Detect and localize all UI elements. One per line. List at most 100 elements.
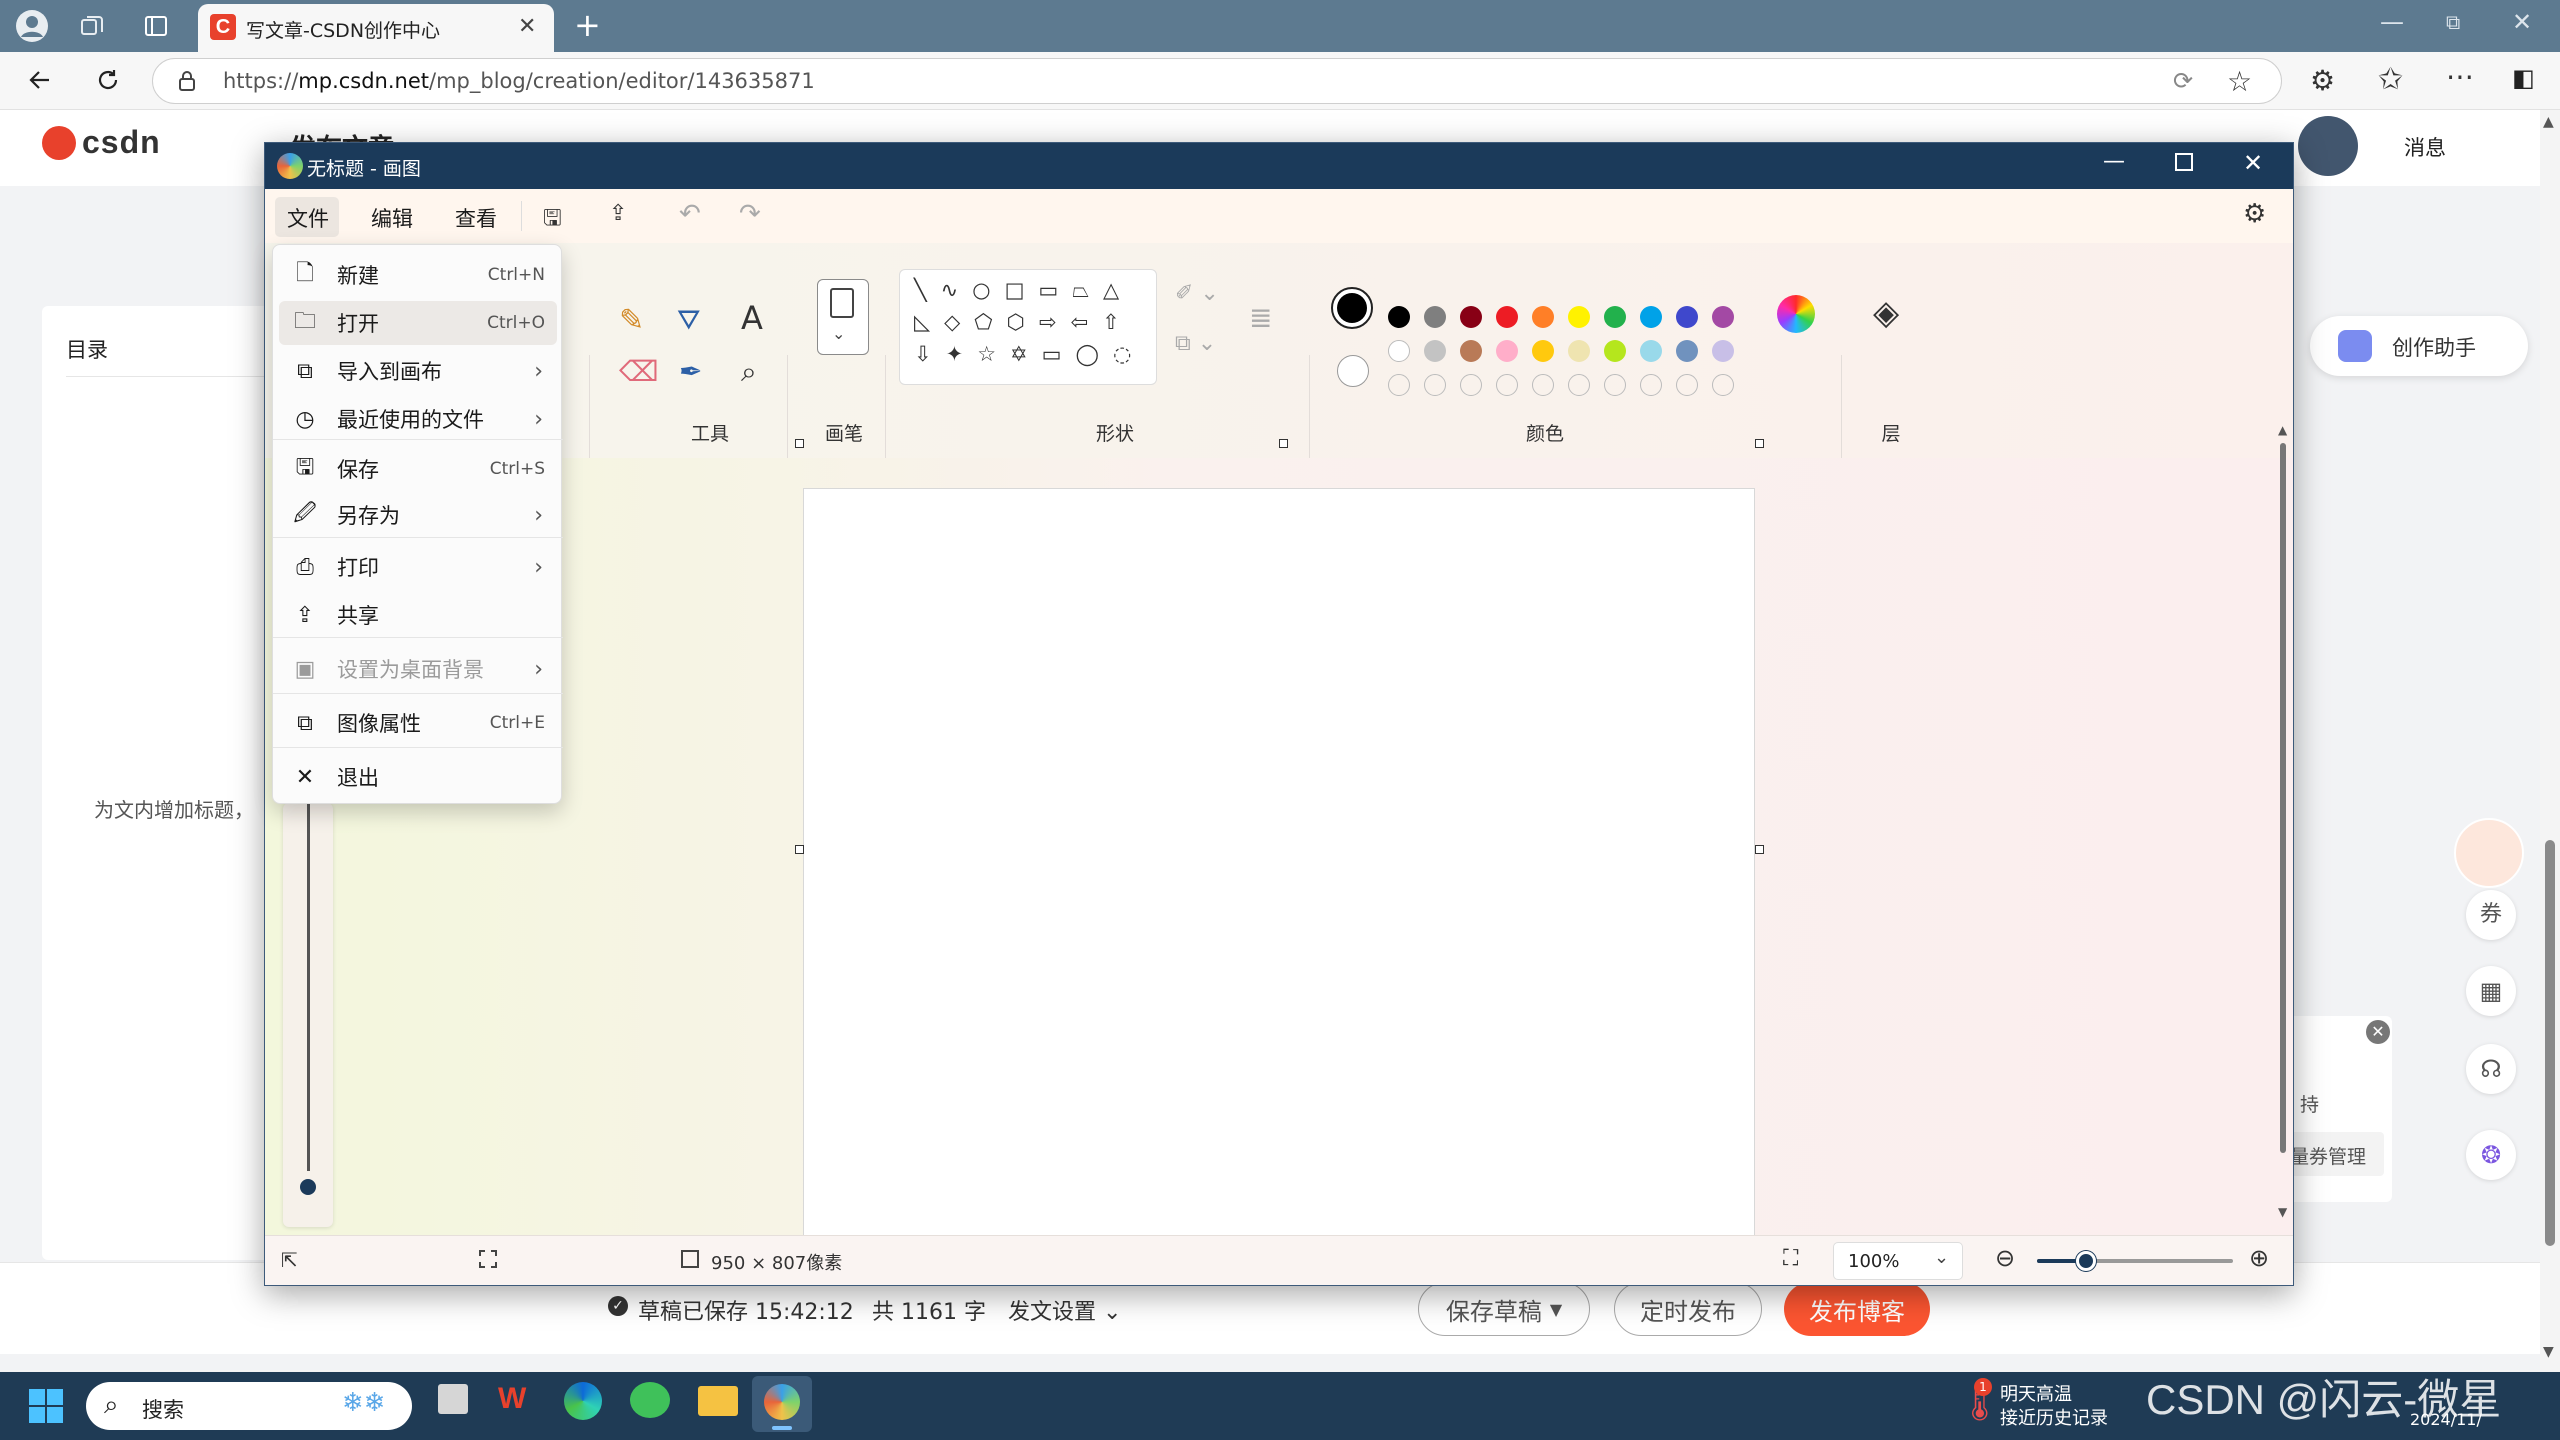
file-menu-item[interactable]: ⎙ 打印 › bbox=[279, 545, 557, 589]
custom-color-slot[interactable] bbox=[1532, 374, 1554, 396]
color-swatch[interactable] bbox=[1496, 306, 1518, 328]
resize-handle-tl[interactable] bbox=[795, 439, 804, 448]
color-swatch[interactable] bbox=[1640, 306, 1662, 328]
size-icon[interactable]: ≣ bbox=[1249, 301, 1272, 334]
task-view-icon[interactable] bbox=[438, 1384, 468, 1414]
outline-dropdown-icon[interactable]: ✐ ⌄ bbox=[1175, 281, 1219, 306]
paint-minimize-icon[interactable]: — bbox=[2103, 149, 2125, 174]
brush-button[interactable]: ⌄ bbox=[817, 279, 869, 355]
messages-link[interactable]: 消息 bbox=[2404, 132, 2446, 162]
undo-icon[interactable]: ↶ bbox=[679, 199, 701, 229]
back-icon[interactable] bbox=[22, 62, 58, 98]
color-swatch[interactable] bbox=[1568, 340, 1590, 362]
file-menu-item[interactable]: ⧉ 图像属性 Ctrl+E bbox=[279, 701, 557, 745]
custom-color-slot[interactable] bbox=[1496, 374, 1518, 396]
minimize-window-icon[interactable]: — bbox=[2380, 8, 2404, 36]
paint-taskbar-button[interactable] bbox=[752, 1376, 812, 1432]
avatar[interactable] bbox=[2298, 116, 2358, 176]
color-swatch[interactable] bbox=[1532, 306, 1554, 328]
color-swatch[interactable] bbox=[1712, 306, 1734, 328]
file-menu-item[interactable]: 🖉 另存为 › bbox=[279, 493, 557, 537]
windows-start-icon[interactable] bbox=[28, 1388, 64, 1424]
assistant-button[interactable]: 创作助手 bbox=[2310, 316, 2528, 376]
zoom-in-icon[interactable]: ⊕ bbox=[2249, 1244, 2269, 1272]
qrcode-icon[interactable]: ▦ bbox=[2466, 966, 2516, 1016]
vertical-tabs-icon[interactable] bbox=[138, 8, 174, 44]
fill-bucket-icon[interactable]: ⛛ bbox=[677, 303, 701, 337]
secondary-color-swatch[interactable] bbox=[1337, 355, 1369, 387]
file-menu-item[interactable]: ⇪ 共享 bbox=[279, 593, 557, 637]
color-swatch[interactable] bbox=[1712, 340, 1734, 362]
shapes-row-3-icon[interactable]: ⇩✦☆✡▭◯◌ bbox=[914, 342, 1145, 366]
color-swatch[interactable] bbox=[1424, 340, 1446, 362]
color-swatch[interactable] bbox=[1424, 306, 1446, 328]
popup-close-icon[interactable]: ✕ bbox=[2366, 1020, 2390, 1044]
csdn-logo-text[interactable]: CSDN bbox=[82, 124, 161, 161]
zoom-slider[interactable] bbox=[2037, 1251, 2233, 1271]
color-swatch[interactable] bbox=[1676, 340, 1698, 362]
tab-close-icon[interactable]: ✕ bbox=[518, 14, 536, 39]
layers-icon[interactable]: ◈ bbox=[1873, 293, 1899, 333]
profile-icon[interactable] bbox=[14, 8, 50, 44]
ai-brain-icon[interactable]: ❂ bbox=[2466, 1130, 2516, 1180]
custom-color-slot[interactable] bbox=[1676, 374, 1698, 396]
canvas-scroll-thumb[interactable] bbox=[2280, 443, 2286, 1153]
restore-window-icon[interactable]: ⧉ bbox=[2446, 10, 2460, 34]
magnifier-tool-icon[interactable]: ⌕ bbox=[741, 355, 757, 389]
more-menu-icon[interactable]: ⋯ bbox=[2446, 60, 2474, 93]
shapes-row-1-icon[interactable]: ╲∿○□▭⏢△ bbox=[914, 278, 1133, 303]
page-scrollbar[interactable]: ▲ ▼ bbox=[2540, 110, 2560, 1372]
resize-handle-left[interactable] bbox=[795, 845, 804, 854]
color-swatch[interactable] bbox=[1676, 306, 1698, 328]
color-swatch[interactable] bbox=[1388, 306, 1410, 328]
file-menu-item[interactable]: 🗋 新建 Ctrl+N bbox=[279, 253, 557, 297]
menu-file[interactable]: 文件 bbox=[287, 203, 329, 233]
refresh-icon[interactable] bbox=[90, 62, 126, 98]
custom-color-slot[interactable] bbox=[1712, 374, 1734, 396]
pencil-tool-icon[interactable]: ✎ bbox=[619, 303, 644, 338]
edge-browser-icon[interactable] bbox=[564, 1382, 602, 1420]
resize-handle-tr[interactable] bbox=[1755, 439, 1764, 448]
canvas-scrollbar[interactable]: ▲ ▼ bbox=[2277, 423, 2289, 1223]
fill-dropdown-icon[interactable]: ⧉ ⌄ bbox=[1175, 331, 1216, 356]
shapes-gallery[interactable]: ╲∿○□▭⏢△ ◺◇⬠⬡⇨⇦⇧ ⇩✦☆✡▭◯◌ bbox=[899, 269, 1157, 385]
new-tab-icon[interactable]: + bbox=[574, 6, 601, 44]
file-menu-item[interactable]: ✕ 退出 bbox=[279, 755, 557, 799]
color-swatch[interactable] bbox=[1460, 340, 1482, 362]
wps-icon[interactable]: W bbox=[498, 1382, 526, 1416]
custom-color-slot[interactable] bbox=[1460, 374, 1482, 396]
close-window-icon[interactable]: ✕ bbox=[2512, 8, 2532, 36]
file-menu-item[interactable]: ◷ 最近使用的文件 › bbox=[279, 397, 557, 441]
color-swatch[interactable] bbox=[1532, 340, 1554, 362]
active-tab[interactable]: C 写文章-CSDN创作中心 ✕ bbox=[198, 4, 554, 52]
text-tool-icon[interactable]: A bbox=[741, 299, 763, 337]
file-explorer-icon[interactable] bbox=[698, 1386, 738, 1416]
workspaces-icon[interactable] bbox=[74, 8, 110, 44]
coupon-icon[interactable]: 券 bbox=[2466, 890, 2516, 940]
color-swatch[interactable] bbox=[1640, 340, 1662, 362]
color-swatch[interactable] bbox=[1568, 306, 1590, 328]
post-settings-button[interactable]: 发文设置 ⌄ bbox=[1008, 1294, 1121, 1326]
drawing-canvas[interactable] bbox=[803, 488, 1755, 1268]
file-menu-item[interactable]: 🗀 打开 Ctrl+O bbox=[279, 301, 557, 345]
favorites-icon[interactable]: ✩ bbox=[2378, 62, 2403, 97]
share-quick-icon[interactable]: ⇪ bbox=[609, 201, 627, 226]
settings-gear-icon[interactable]: ⚙ bbox=[2243, 199, 2266, 229]
custom-color-slot[interactable] bbox=[1568, 374, 1590, 396]
save-draft-button[interactable]: 保存草稿 ▼ bbox=[1418, 1282, 1590, 1336]
zoom-slider-thumb[interactable] bbox=[2076, 1251, 2096, 1271]
weather-title[interactable]: 明天高温 bbox=[2000, 1380, 2072, 1406]
fit-to-window-icon[interactable]: ⛶ bbox=[1783, 1246, 1798, 1271]
paint-maximize-icon[interactable] bbox=[2175, 153, 2193, 171]
color-swatch[interactable] bbox=[1460, 306, 1482, 328]
mascot-icon[interactable] bbox=[2454, 818, 2524, 888]
color-swatch[interactable] bbox=[1388, 340, 1410, 362]
color-swatch[interactable] bbox=[1604, 306, 1626, 328]
wechat-icon[interactable] bbox=[630, 1382, 670, 1418]
zoom-out-icon[interactable]: ⊖ bbox=[1995, 1244, 2015, 1272]
save-quick-icon[interactable]: 🖫 bbox=[543, 201, 562, 239]
zoom-select[interactable]: 100% ⌄ bbox=[1833, 1242, 1963, 1280]
headset-icon[interactable]: ☊ bbox=[2466, 1044, 2516, 1094]
file-menu-item[interactable]: 🖫 保存 Ctrl+S bbox=[279, 447, 557, 491]
eraser-tool-icon[interactable]: ⌫ bbox=[619, 355, 659, 388]
